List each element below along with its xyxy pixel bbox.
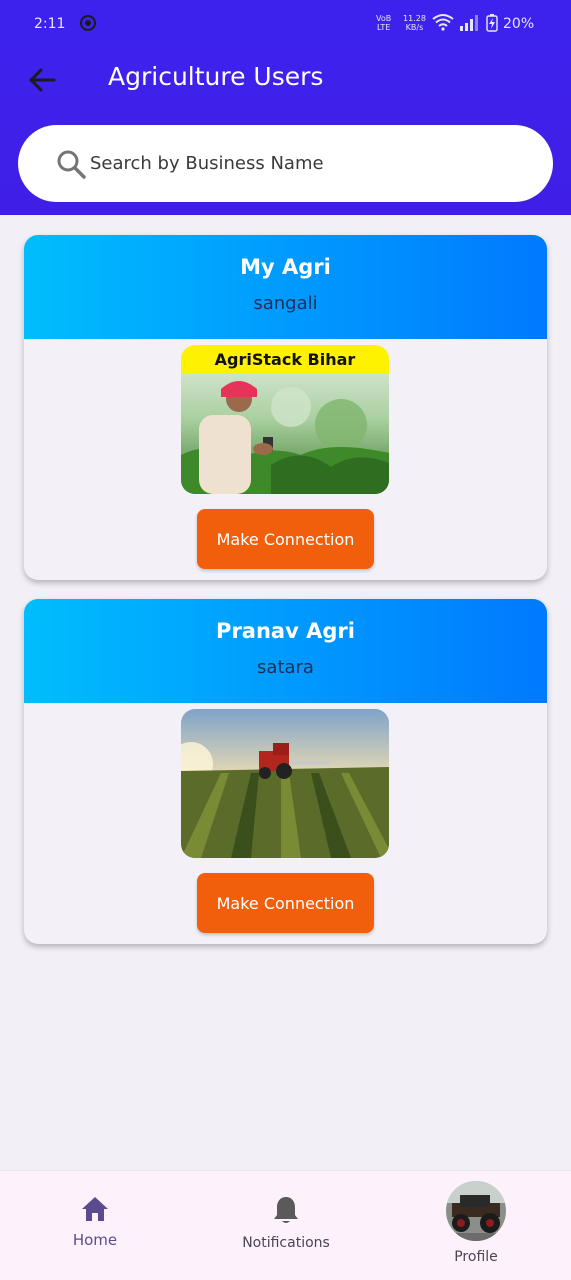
nav-notifications-label: Notifications	[242, 1235, 330, 1251]
search-input[interactable]	[90, 143, 530, 183]
volte-indicator: VoB LTE	[376, 14, 391, 32]
arrow-left-icon	[29, 68, 56, 92]
card-header: My Agri sangali	[24, 235, 547, 339]
nav-home-label: Home	[72, 1231, 118, 1249]
make-connection-button[interactable]: Make Connection	[197, 873, 374, 933]
nav-notifications[interactable]: Notifications	[235, 1195, 337, 1251]
bell-icon	[274, 1197, 298, 1223]
nav-profile[interactable]: Profile	[440, 1181, 512, 1265]
business-name: My Agri	[240, 255, 331, 279]
wifi-icon	[432, 14, 454, 31]
speed-value: 11.28	[403, 14, 426, 23]
speed-unit: KB/s	[405, 23, 424, 32]
search-bar[interactable]	[18, 125, 553, 202]
volte-label: VoB	[376, 14, 392, 23]
business-image-tractor-field	[181, 709, 389, 858]
search-icon	[57, 150, 86, 179]
lte-label: LTE	[376, 23, 391, 32]
user-card: Pranav Agri satara Make Connection	[24, 599, 547, 944]
business-location: satara	[257, 657, 314, 678]
make-connection-button[interactable]: Make Connection	[197, 509, 374, 569]
business-location: sangali	[253, 293, 318, 314]
status-bar: 2:11 VoB LTE 11.28 KB/s 20%	[0, 0, 571, 48]
battery-percent: 20%	[503, 16, 535, 32]
bottom-navigation: Home Notifications Profile	[0, 1170, 571, 1280]
business-name: Pranav Agri	[216, 619, 355, 643]
user-card: My Agri sangali AgriStack Bihar Make Con…	[24, 235, 547, 580]
app-header: 2:11 VoB LTE 11.28 KB/s 20% Agriculture …	[0, 0, 571, 215]
page-title: Agriculture Users	[108, 62, 324, 91]
battery-charging-icon	[486, 14, 498, 32]
card-header: Pranav Agri satara	[24, 599, 547, 703]
back-button[interactable]	[22, 60, 62, 100]
signal-icon	[460, 15, 478, 31]
nav-profile-label: Profile	[454, 1249, 498, 1265]
network-speed: 11.28 KB/s	[403, 14, 426, 32]
avatar	[446, 1181, 506, 1241]
status-time: 2:11	[34, 16, 66, 32]
nav-home[interactable]: Home	[60, 1195, 130, 1249]
notification-app-icon	[80, 15, 96, 31]
business-image-farmer: AgriStack Bihar	[181, 345, 389, 494]
image-banner-text: AgriStack Bihar	[215, 350, 356, 369]
home-icon	[82, 1197, 108, 1221]
